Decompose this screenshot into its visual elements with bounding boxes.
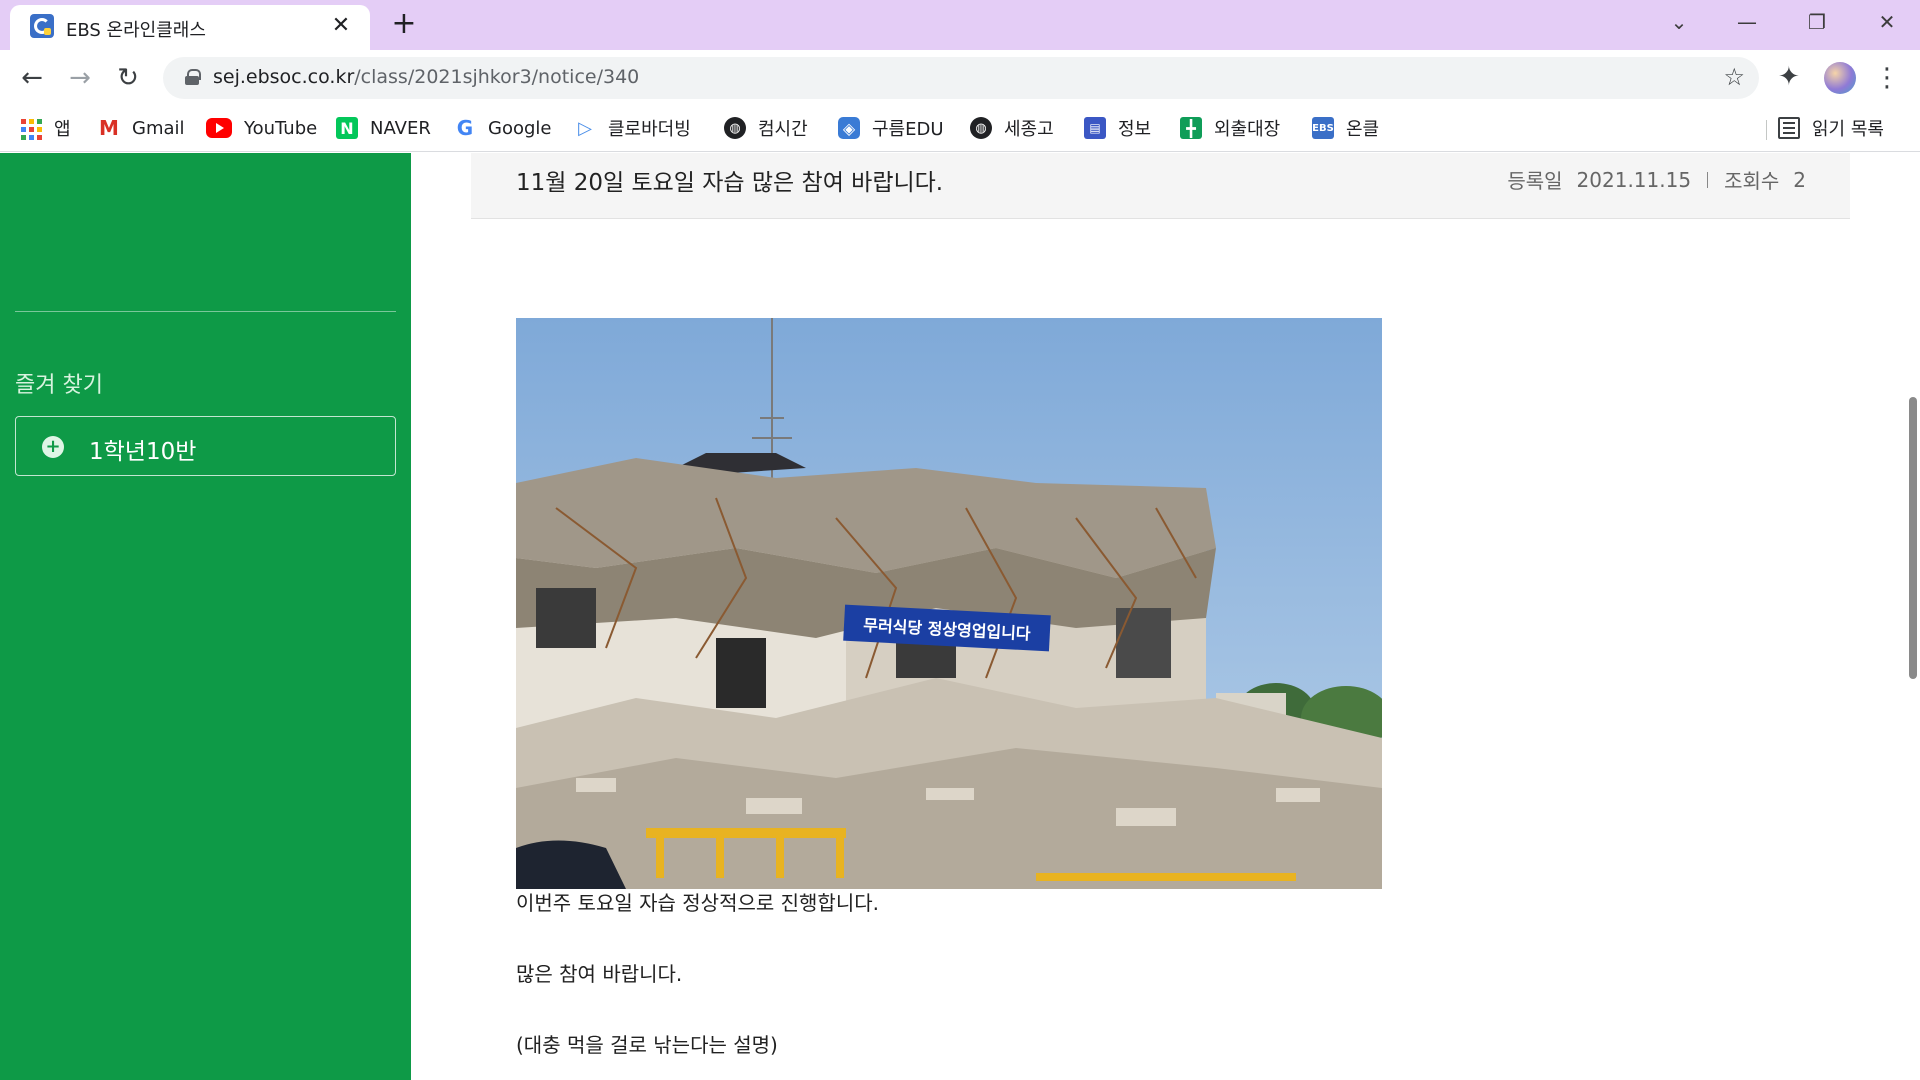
ebs-icon: EBS xyxy=(1312,117,1334,139)
browser-toolbar: ← → ↻ sej.ebsoc.co.kr/class/2021sjhkor3/… xyxy=(0,50,1920,106)
extensions-puzzle-icon[interactable]: ✦ xyxy=(1778,62,1800,92)
date-label: 등록일 xyxy=(1507,169,1563,193)
goorm-icon: ◈ xyxy=(838,117,860,139)
bookmark-label: 클로바더빙 xyxy=(608,119,691,140)
bookmark-label: Google xyxy=(488,117,552,139)
bookmark-outing-log[interactable]: ╋ 외출대장 xyxy=(1180,112,1280,144)
restore-button[interactable]: ❐ xyxy=(1794,6,1840,38)
sheet-icon: ╋ xyxy=(1180,117,1202,139)
url-text[interactable]: sej.ebsoc.co.kr/class/2021sjhkor3/notice… xyxy=(213,66,639,88)
post-meta: 등록일 2021.11.15 조회수 2 xyxy=(1507,165,1806,194)
bookmark-comsigan[interactable]: ◍ 컴시간 xyxy=(724,112,808,144)
bookmark-label: 구름EDU xyxy=(872,119,944,140)
bookmark-label: Gmail xyxy=(132,117,185,139)
class-sidebar: 즐겨 찾기 + 1학년10반 xyxy=(0,153,411,1080)
globe-icon: ◍ xyxy=(724,117,746,139)
back-arrow-icon[interactable]: ← xyxy=(14,60,50,96)
tab-strip: EBS 온라인클래스 ✕ + ⌄ — ❐ ✕ xyxy=(0,0,1920,50)
play-icon: ▷ xyxy=(578,117,592,139)
bookmark-label: 온클 xyxy=(1346,119,1380,140)
ebs-favicon-icon xyxy=(30,14,54,38)
meta-divider xyxy=(1707,171,1709,188)
url-path: /class/2021sjhkor3/notice/340 xyxy=(354,66,640,88)
post-body-line: 이번주 토요일 자습 정상적으로 진행합니다. xyxy=(516,891,879,915)
bookmark-label: 외출대장 xyxy=(1214,119,1281,140)
bookmark-label: NAVER xyxy=(370,117,431,139)
bookmark-sejong-high[interactable]: ◍ 세종고 xyxy=(970,112,1054,144)
post-image: 무러식당 정상영업입니다 xyxy=(516,318,1382,889)
globe-icon: ◍ xyxy=(970,117,992,139)
favorite-item-class[interactable]: + 1학년10반 xyxy=(15,416,396,476)
collapsed-building-photo: 무러식당 정상영업입니다 xyxy=(516,318,1382,889)
favorites-title: 즐겨 찾기 xyxy=(15,373,103,398)
bookmark-onclass[interactable]: EBS 온클 xyxy=(1312,112,1379,144)
lock-icon[interactable] xyxy=(185,69,201,85)
bookmark-star-icon[interactable]: ☆ xyxy=(1723,63,1745,91)
bookmark-label: 정보 xyxy=(1118,119,1152,140)
page-scrollbar[interactable] xyxy=(1905,153,1920,1080)
post-body: 이번주 토요일 자습 정상적으로 진행합니다. 많은 참여 바랍니다. (대충 … xyxy=(516,891,879,1057)
page-viewport: 즐겨 찾기 + 1학년10반 11월 20일 토요일 자습 많은 참여 바랍니다… xyxy=(0,153,1920,1080)
address-bar[interactable]: sej.ebsoc.co.kr/class/2021sjhkor3/notice… xyxy=(163,57,1759,99)
reading-list-button[interactable]: 읽기 목록 xyxy=(1778,112,1884,144)
bookmark-label: 세종고 xyxy=(1004,119,1054,140)
views-label: 조회수 xyxy=(1724,169,1780,193)
bookmarks-divider xyxy=(1766,120,1767,140)
bookmark-gmail[interactable]: M Gmail xyxy=(98,112,185,144)
reload-icon[interactable]: ↻ xyxy=(110,60,146,96)
reading-list-icon xyxy=(1778,117,1800,139)
tab-close-icon[interactable]: ✕ xyxy=(328,13,354,39)
bookmark-apps[interactable]: 앱 xyxy=(20,112,71,144)
gmail-icon: M xyxy=(99,116,119,140)
reading-list-label: 읽기 목록 xyxy=(1812,119,1884,140)
bookmark-clova-dubbing[interactable]: ▷ 클로바더빙 xyxy=(574,112,691,144)
tab-search-icon[interactable]: ⌄ xyxy=(1656,6,1702,38)
bookmark-label: 컴시간 xyxy=(758,119,808,140)
bookmark-goorm-edu[interactable]: ◈ 구름EDU xyxy=(838,112,944,144)
apps-grid-icon xyxy=(20,117,42,140)
close-window-button[interactable]: ✕ xyxy=(1864,6,1910,38)
forward-arrow-icon[interactable]: → xyxy=(62,60,98,96)
naver-icon: N xyxy=(336,117,358,139)
minimize-button[interactable]: — xyxy=(1724,6,1770,38)
scrollbar-thumb[interactable] xyxy=(1909,397,1917,679)
bookmark-google[interactable]: G Google xyxy=(454,112,552,144)
plus-circle-icon: + xyxy=(42,436,64,458)
post-body-line: 많은 참여 바랍니다. xyxy=(516,962,683,986)
bookmarks-bar: 앱 M Gmail YouTube N NAVER G Google ▷ 클로바… xyxy=(0,106,1920,152)
browser-menu-icon[interactable]: ⋮ xyxy=(1874,60,1900,96)
youtube-icon xyxy=(206,118,232,138)
browser-tab-active[interactable]: EBS 온라인클래스 ✕ xyxy=(10,5,370,50)
post-date: 2021.11.15 xyxy=(1576,167,1692,192)
tab-title: EBS 온라인클래스 xyxy=(66,20,206,41)
bookmark-label: 앱 xyxy=(54,119,71,140)
view-count: 2 xyxy=(1793,167,1806,192)
post-header: 11월 20일 토요일 자습 많은 참여 바랍니다. 등록일 2021.11.1… xyxy=(471,153,1850,219)
profile-avatar[interactable] xyxy=(1824,62,1856,94)
new-tab-button[interactable]: + xyxy=(388,9,420,41)
url-host: sej.ebsoc.co.kr xyxy=(213,66,355,88)
bookmark-naver[interactable]: N NAVER xyxy=(336,112,431,144)
bookmark-info[interactable]: ▤ 정보 xyxy=(1084,112,1151,144)
form-icon: ▤ xyxy=(1084,117,1106,139)
favorite-item-label: 1학년10반 xyxy=(89,439,197,465)
post-body-line: (대충 먹을 걸로 낚는다는 설명) xyxy=(516,1033,778,1057)
google-icon: G xyxy=(456,116,474,140)
post-title: 11월 20일 토요일 자습 많은 참여 바랍니다. xyxy=(516,170,944,196)
sidebar-divider xyxy=(15,311,396,312)
bookmark-youtube[interactable]: YouTube xyxy=(206,112,317,144)
bookmark-label: YouTube xyxy=(244,117,318,139)
